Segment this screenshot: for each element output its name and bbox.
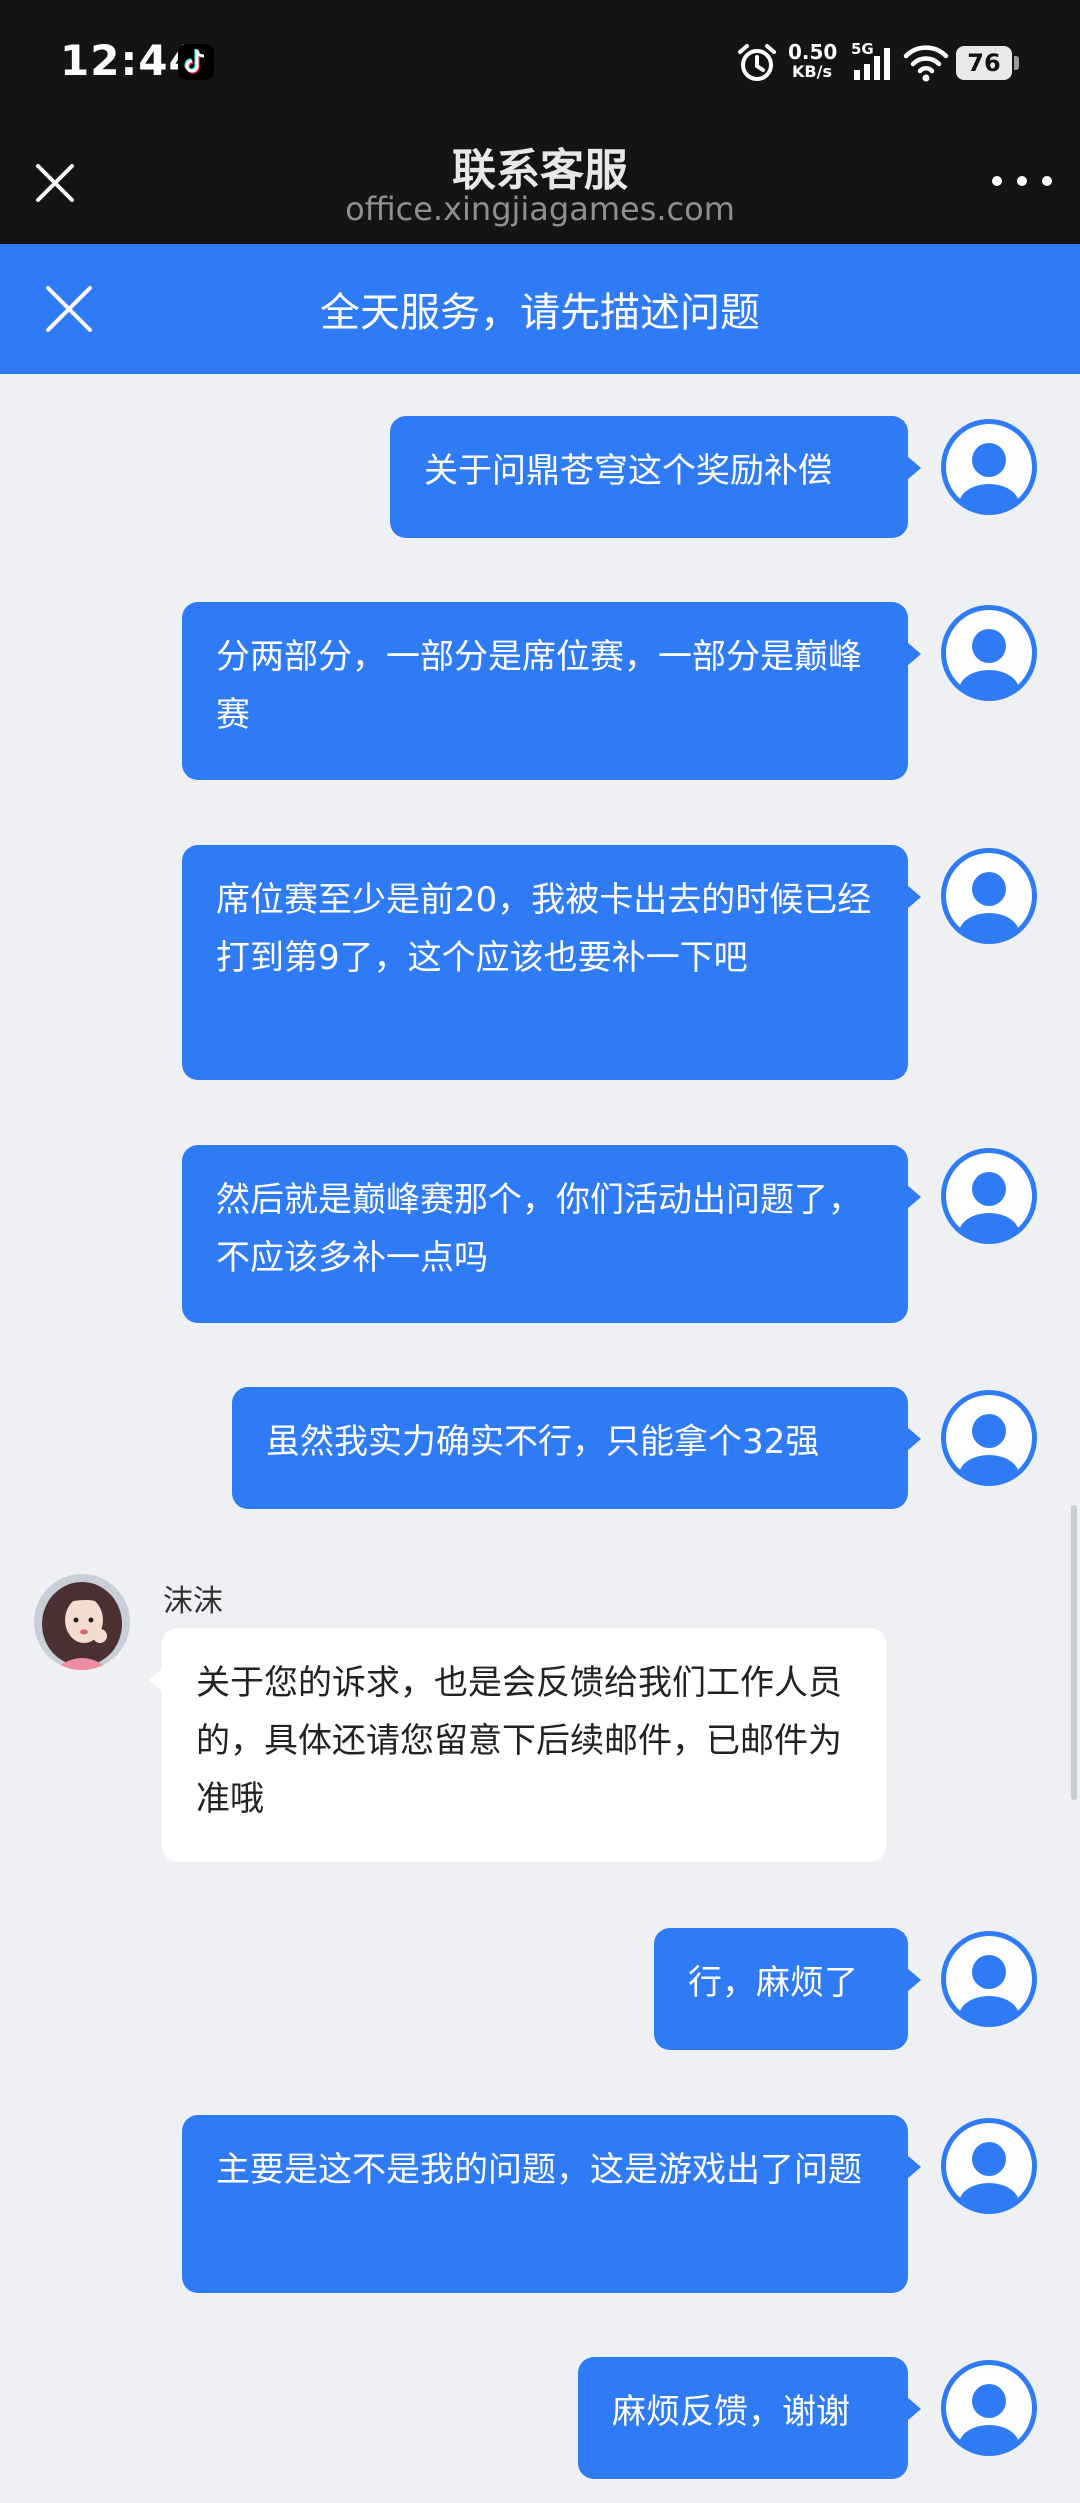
page-title: 联系客服 bbox=[452, 145, 628, 196]
service-banner: 全天服务，请先描述问题 bbox=[0, 244, 1080, 374]
nav-bar: 联系客服 office.xingjiagames.com bbox=[0, 130, 1080, 244]
user-message[interactable]: 关于问鼎苍穹这个奖励补偿 bbox=[390, 416, 921, 538]
user-message[interactable]: 行，麻烦了 bbox=[654, 1928, 921, 2050]
page-url: office.xingjiagames.com bbox=[345, 190, 735, 228]
user-message[interactable]: 主要是这不是我的问题，这是游戏出了问题 bbox=[182, 2115, 921, 2293]
network-speed-value: 0.50 bbox=[788, 40, 838, 64]
more-options-icon[interactable] bbox=[992, 176, 1052, 192]
network-speed: 0.50 KB/s bbox=[788, 40, 838, 81]
user-avatar-icon bbox=[938, 1145, 1040, 1247]
tiktok-icon bbox=[178, 44, 214, 80]
wifi-icon bbox=[902, 40, 950, 84]
signal-icon bbox=[852, 42, 894, 82]
banner-text: 全天服务，请先描述问题 bbox=[320, 290, 760, 336]
network-speed-unit: KB/s bbox=[792, 62, 832, 81]
user-message[interactable]: 分两部分，一部分是席位赛，一部分是巅峰赛 bbox=[182, 602, 921, 780]
user-message[interactable]: 麻烦反馈，谢谢 bbox=[578, 2357, 921, 2479]
battery-tip bbox=[1014, 56, 1019, 70]
user-avatar-icon bbox=[938, 2357, 1040, 2459]
user-avatar-icon bbox=[938, 1387, 1040, 1489]
user-avatar-icon bbox=[938, 416, 1040, 518]
alarm-icon bbox=[736, 42, 778, 84]
user-message[interactable]: 席位赛至少是前20，我被卡出去的时候已经打到第9了，这个应该也要补一下吧 bbox=[182, 845, 921, 1080]
user-avatar-icon bbox=[938, 602, 1040, 704]
agent-avatar[interactable] bbox=[34, 1574, 130, 1670]
status-bar: 12:44 0.50 KB/s 5G 76 bbox=[0, 0, 1080, 130]
user-message[interactable]: 然后就是巅峰赛那个，你们活动出问题了，不应该多补一点吗 bbox=[182, 1145, 921, 1323]
scrollbar[interactable] bbox=[1071, 1505, 1077, 1800]
battery-level: 76 bbox=[956, 46, 1012, 80]
user-message[interactable]: 虽然我实力确实不行，只能拿个32强 bbox=[232, 1387, 921, 1509]
user-avatar-icon bbox=[938, 1928, 1040, 2030]
user-avatar-icon bbox=[938, 845, 1040, 947]
agent-message[interactable]: 关于您的诉求，也是会反馈给我们工作人员的，具体还请您留意下后续邮件，已邮件为准哦 bbox=[149, 1628, 886, 1862]
battery-icon: 76 bbox=[956, 46, 1020, 80]
user-avatar-icon bbox=[938, 2115, 1040, 2217]
agent-name: 沫沫 bbox=[163, 1584, 223, 1619]
